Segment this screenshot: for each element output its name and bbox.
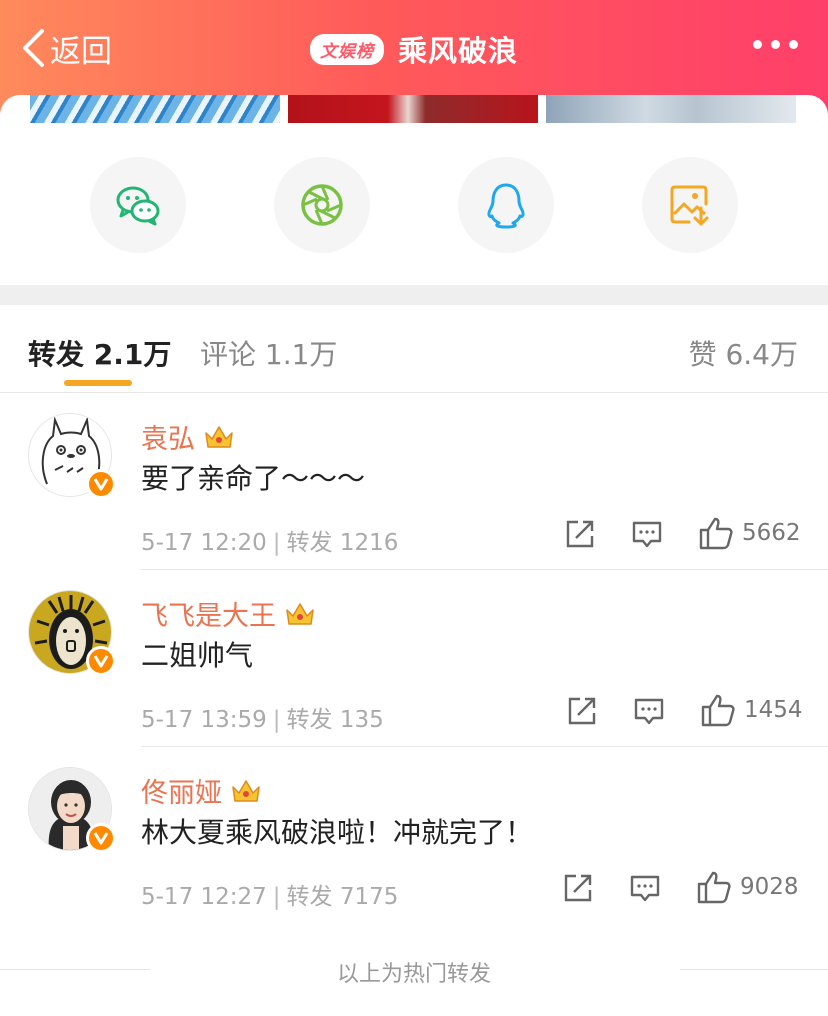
image-thumbnail[interactable] [288, 95, 538, 123]
tab-likes[interactable]: 赞 6.4万 [689, 333, 798, 373]
page-title: 乘风破浪 [398, 34, 519, 68]
repost-count[interactable]: 转发 135 [287, 707, 384, 733]
repost-action-button[interactable] [561, 871, 595, 909]
share-qq-button[interactable] [458, 157, 554, 253]
thumbs-up-icon [697, 871, 731, 904]
share-sheet [0, 95, 828, 285]
repost-count[interactable]: 转发 1216 [287, 530, 399, 556]
chevron-left-icon [23, 29, 44, 67]
more-options-button[interactable] [753, 40, 798, 49]
section-divider [0, 285, 828, 305]
timestamp: 5-17 12:20 [141, 530, 267, 556]
share-wechat-button[interactable] [90, 157, 186, 253]
back-button[interactable]: 返回 [20, 26, 112, 70]
hot-reposts-footer: 以上为热门转发 [336, 962, 491, 987]
tab-bar: 转发 2.1万 评论 1.1万 赞 6.4万 [0, 305, 828, 393]
timestamp: 5-17 12:27 [141, 884, 267, 910]
username-link[interactable]: 袁弘 [141, 417, 235, 456]
thumbs-up-icon [701, 694, 735, 727]
verified-badge-icon [86, 823, 116, 853]
share-arrow-icon [568, 697, 596, 725]
comment-icon [632, 521, 662, 548]
ranking-badge[interactable]: 文娱榜 [310, 33, 384, 65]
username: 飞飞是大王 [141, 601, 276, 632]
more-dot-icon [753, 40, 762, 49]
list-item: 飞飞是大王 二姐帅气 5-17 13:59 | 转发 135 1454 [0, 590, 828, 750]
verified-badge-icon [86, 469, 116, 499]
row-divider [141, 569, 828, 570]
like-button[interactable]: 1454 [700, 692, 803, 728]
repost-meta: 5-17 12:20 | 转发 1216 [141, 523, 398, 557]
share-arrow-icon [566, 520, 594, 548]
active-tab-indicator [64, 380, 132, 386]
tab-reposts[interactable]: 转发 2.1万 [28, 333, 171, 373]
page-title-group: 文娱榜 乘风破浪 [310, 30, 518, 68]
meta-divider: | [272, 707, 281, 733]
username-link[interactable]: 飞飞是大王 [141, 594, 316, 633]
image-thumbnail[interactable] [546, 95, 796, 123]
back-label: 返回 [50, 33, 112, 70]
more-dot-icon [771, 40, 780, 49]
share-moments-button[interactable] [274, 157, 370, 253]
repost-content: 林大夏乘风破浪啦！冲就完了！ [141, 816, 534, 849]
tab-comments[interactable]: 评论 1.1万 [200, 333, 337, 373]
username-link[interactable]: 佟丽娅 [141, 771, 262, 810]
list-item: 袁弘 要了亲命了～～～ 5-17 12:20 | 转发 1216 5662 [0, 413, 828, 573]
repost-meta: 5-17 13:59 | 转发 135 [141, 700, 384, 734]
verified-badge-icon [86, 646, 116, 676]
repost-count[interactable]: 转发 7175 [287, 884, 399, 910]
thumbs-up-icon [699, 517, 733, 550]
comment-action-button[interactable] [630, 517, 664, 555]
repost-meta: 5-17 12:27 | 转发 7175 [141, 877, 398, 911]
crown-icon [286, 602, 314, 625]
image-thumbnail[interactable] [30, 95, 280, 123]
more-dot-icon [789, 40, 798, 49]
crown-icon [205, 425, 233, 448]
repost-content: 二姐帅气 [141, 639, 254, 672]
like-count: 5662 [742, 520, 801, 546]
meta-divider: | [272, 884, 281, 910]
save-image-button[interactable] [642, 157, 738, 253]
comment-action-button[interactable] [632, 694, 666, 732]
repost-action-button[interactable] [563, 517, 597, 555]
like-count: 9028 [740, 874, 799, 900]
comment-icon [634, 698, 664, 725]
like-button[interactable]: 9028 [696, 869, 799, 905]
like-button[interactable]: 5662 [698, 515, 801, 551]
comment-icon [630, 875, 660, 902]
list-item: 佟丽娅 林大夏乘风破浪啦！冲就完了！ 5-17 12:27 | 转发 7175 90… [0, 767, 828, 927]
qq-icon [487, 183, 525, 229]
save-image-icon [670, 185, 709, 226]
username: 袁弘 [141, 424, 195, 455]
comment-action-button[interactable] [628, 871, 662, 909]
username: 佟丽娅 [141, 778, 222, 809]
wechat-icon [116, 186, 160, 226]
image-strip [30, 95, 796, 123]
repost-action-button[interactable] [565, 694, 599, 732]
repost-content: 要了亲命了～～～ [141, 462, 366, 495]
crown-icon [232, 779, 260, 802]
like-count: 1454 [744, 697, 803, 723]
meta-divider: | [272, 530, 281, 556]
share-arrow-icon [564, 874, 592, 902]
moments-icon [301, 184, 343, 226]
timestamp: 5-17 13:59 [141, 707, 267, 733]
row-divider [141, 746, 828, 747]
